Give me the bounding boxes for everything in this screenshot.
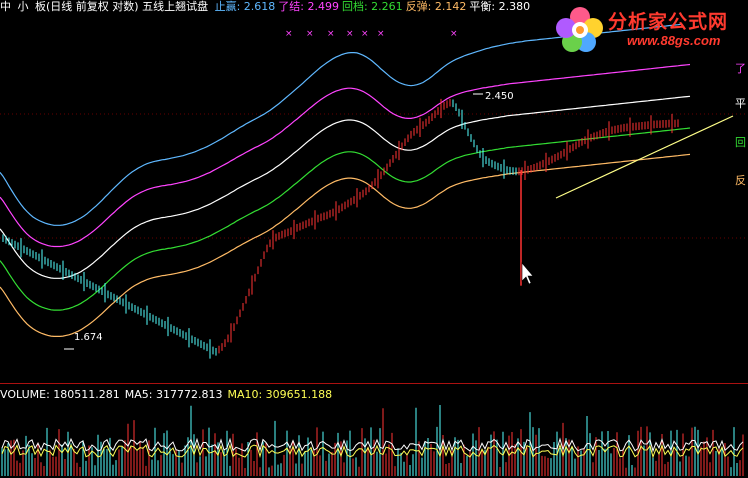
signal-marker: × [377, 29, 385, 39]
right-label-0: 了 [735, 62, 746, 75]
signal-marker: × [306, 29, 314, 39]
chart-header: 中 小 板(日线 前复权 对数) 五线上翘试盘 止赢: 2.618 了结: 2.4… [0, 1, 536, 13]
band-line-4 [0, 153, 691, 337]
zoom-small-button[interactable]: 小 [18, 0, 29, 13]
right-label-2: 回 [735, 136, 746, 149]
indicator-0: 止赢: 2.618 [214, 0, 276, 13]
volume-header: VOLUME: 180511.281 MA5: 317772.813 MA10: 3… [0, 389, 337, 401]
band-line-1 [0, 63, 691, 248]
low-annotation: 1.674 [74, 332, 103, 343]
indicator-3: 反弹: 2.142 [405, 0, 467, 13]
signal-marker: × [327, 29, 335, 39]
signal-marker: × [346, 29, 354, 39]
right-label-3: 反 [735, 174, 746, 187]
flower-logo-icon [556, 7, 603, 52]
logo-url: www.88gs.com [627, 33, 721, 48]
volume-stat-2: MA10: 309651.188 [227, 388, 333, 401]
band-line-2 [0, 95, 691, 279]
indicator-1: 了结: 2.499 [278, 0, 339, 13]
logo-title: 分析家公式网 [608, 11, 729, 33]
mouse-cursor-icon [521, 262, 534, 285]
right-label-1: 平 [735, 97, 746, 110]
signal-marker: × [285, 29, 293, 39]
indicator-4: 平衡: 2.380 [469, 0, 531, 13]
volume-stat-1: MA5: 317772.813 [124, 388, 223, 401]
signal-marker: × [450, 29, 458, 39]
indicator-2: 回档: 2.261 [341, 0, 403, 13]
band-line-3 [0, 127, 691, 311]
chart-canvas: × × × × × × × 1.674 2.450 了平回反 [0, 23, 748, 476]
stock-chart: × × × × × × × 1.674 2.450 了平回反 中 小 板(日线 前复权 对数) 五… [0, 0, 748, 478]
zoom-middle-button[interactable]: 中 [0, 0, 11, 13]
signal-marker: × [361, 29, 369, 39]
high-annotation: 2.450 [485, 91, 514, 102]
chart-title: 板(日线 前复权 对数) 五线上翘试盘 [35, 0, 209, 13]
volume-ma5-line [1, 437, 744, 453]
volume-stat-0: VOLUME: 180511.281 [0, 388, 120, 401]
site-logo: 分析家公式网 www.88gs.com [553, 3, 746, 55]
